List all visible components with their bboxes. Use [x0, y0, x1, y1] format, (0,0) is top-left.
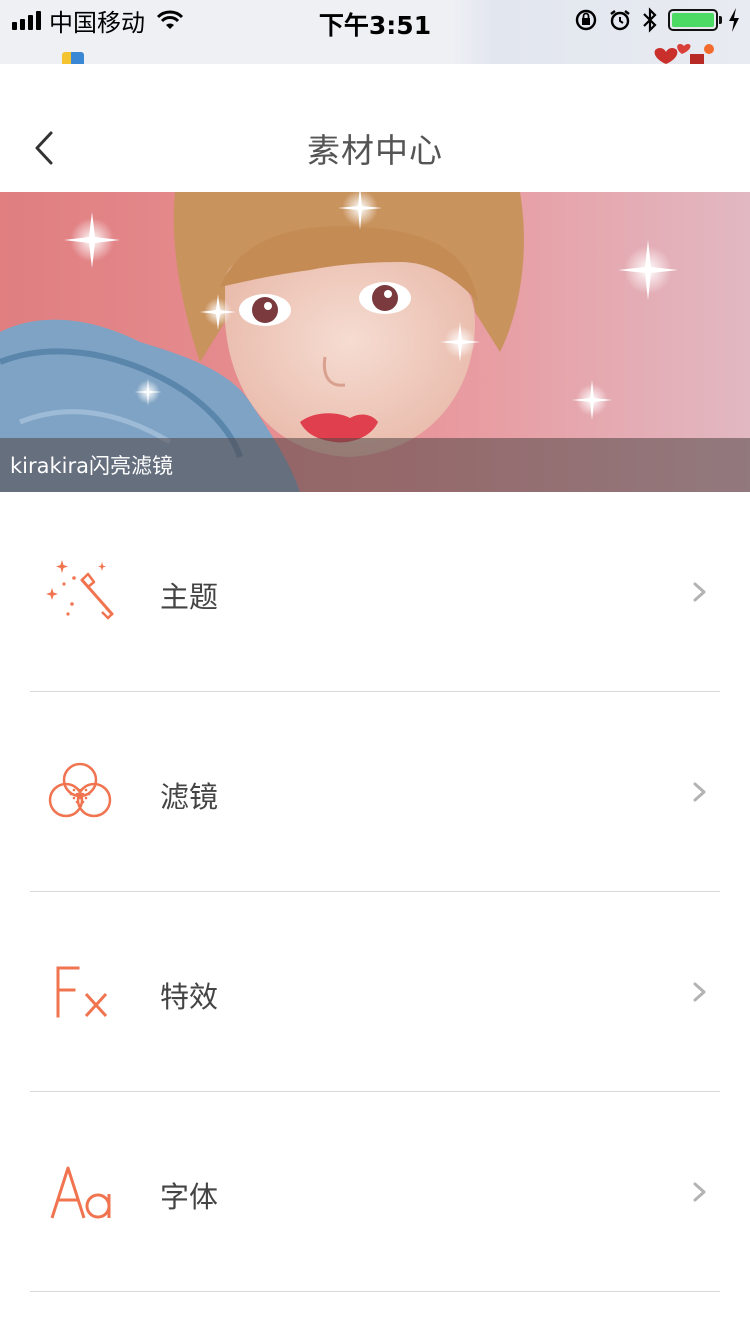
hearts-decoration-icon	[654, 44, 704, 64]
menu-item-label: 字体	[160, 1180, 219, 1214]
banner-caption-bar: kirakira闪亮滤镜	[0, 438, 750, 492]
menu-item-fonts[interactable]: 字体	[0, 1092, 750, 1292]
alarm-icon	[610, 10, 630, 31]
chevron-right-icon	[693, 582, 706, 602]
chevron-right-icon	[693, 782, 706, 802]
rotation-lock-icon	[575, 9, 597, 31]
notification-dot	[704, 44, 714, 54]
menu-item-filter[interactable]: 滤镜	[0, 692, 750, 892]
divider	[30, 1291, 720, 1292]
page-title: 素材中心	[307, 131, 443, 170]
font-icon	[50, 1166, 111, 1219]
menu-item-label: 特效	[160, 980, 219, 1014]
charging-icon	[729, 8, 739, 32]
fx-icon	[56, 966, 108, 1018]
chevron-right-icon	[693, 982, 706, 1002]
banner-caption: kirakira闪亮滤镜	[10, 454, 173, 478]
menu-item-label: 滤镜	[160, 780, 219, 814]
navigation-bar: 素材中心	[0, 64, 750, 192]
chevron-right-icon	[693, 1182, 706, 1202]
battery-level	[672, 13, 714, 27]
featured-banner[interactable]: kirakira闪亮滤镜	[0, 192, 750, 492]
filter-icon	[48, 762, 112, 818]
magic-wand-icon	[46, 560, 114, 620]
bluetooth-icon	[643, 7, 657, 33]
background-ad-fragment	[62, 52, 84, 64]
status-bar: 中国移动 下午3:51	[0, 0, 750, 64]
battery-icon	[668, 9, 722, 31]
menu-item-label: 主题	[160, 580, 219, 614]
menu-item-effects[interactable]: 特效	[0, 892, 750, 1092]
category-list: 主题 滤镜 特效 字体	[0, 492, 750, 1292]
status-right	[574, 6, 740, 34]
menu-item-theme[interactable]: 主题	[0, 492, 750, 692]
